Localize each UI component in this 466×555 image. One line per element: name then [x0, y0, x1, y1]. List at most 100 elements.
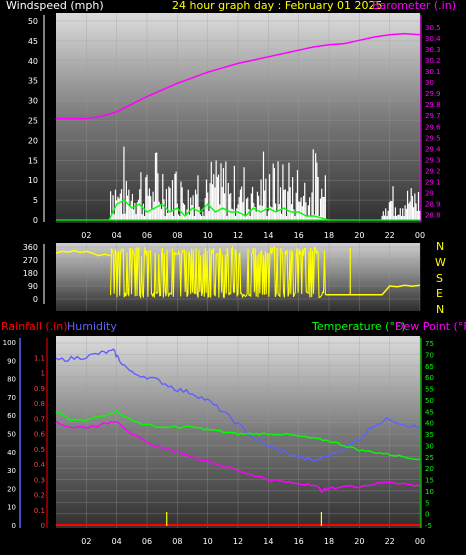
x-tick-label: 04 — [112, 231, 122, 240]
x-tick-label: 02 — [81, 231, 91, 240]
windspeed-tick-label: 45 — [28, 37, 38, 46]
barometer-tick-label: 29.9 — [425, 90, 441, 98]
temperature-tick-label: 60 — [425, 374, 434, 382]
rainfall-tick-label: 0.4 — [34, 461, 46, 469]
direction-tick-label: 0 — [33, 295, 38, 304]
direction-tick-label: 180 — [23, 269, 38, 278]
x-tick-label: 06 — [142, 231, 152, 240]
x-tick-label: 12 — [233, 231, 243, 240]
barometer-tick-label: 30.4 — [425, 35, 441, 43]
x-tick-label: 14 — [263, 537, 273, 546]
barometer-tick-label: 30 — [425, 79, 434, 87]
rainfall-tick-label: 0.8 — [34, 400, 45, 408]
barometer-tick-label: 28.8 — [425, 211, 441, 219]
x-tick-label: 20 — [354, 231, 364, 240]
rainfall-tick-label: 1 — [41, 370, 45, 378]
direction-tick-label: 90 — [28, 282, 38, 291]
humidity-tick-label: 100 — [3, 339, 16, 347]
x-tick-label: 00 — [415, 231, 425, 240]
compass-letter-east: E — [436, 287, 443, 300]
rainfall-tick-label: 0.7 — [34, 415, 45, 423]
rainfall-tick-label: 0.3 — [34, 476, 45, 484]
humidity-tick-label: 0 — [12, 522, 16, 530]
x-tick-label: 18 — [324, 537, 334, 546]
rainfall-tick-label: 0.6 — [34, 431, 46, 439]
x-tick-label: 12 — [233, 537, 243, 546]
x-tick-label: 10 — [203, 231, 213, 240]
windspeed-tick-label: 10 — [28, 176, 38, 185]
barometer-tick-label: 29.3 — [425, 156, 441, 164]
temperature-tick-label: 40 — [425, 420, 434, 428]
x-tick-label: 00 — [415, 537, 425, 546]
windspeed-tick-label: 30 — [28, 97, 38, 106]
rainfall-tick-label: 0.2 — [34, 492, 45, 500]
barometer-tick-label: 29.2 — [425, 167, 441, 175]
temperature-axis-title: Temperature (°F) — [311, 320, 406, 333]
windspeed-tick-label: 0 — [33, 216, 38, 225]
barometer-axis-title: Barometer (.in) — [372, 0, 456, 12]
barometer-tick-label: 30.1 — [425, 68, 441, 76]
temperature-tick-label: 70 — [425, 351, 434, 359]
x-tick-label: 16 — [294, 231, 304, 240]
humidity-tick-label: 10 — [7, 504, 16, 512]
x-tick-label: 08 — [172, 231, 182, 240]
humidity-tick-label: 70 — [7, 394, 16, 402]
windspeed-axis-title: Windspeed (mph) — [6, 0, 104, 12]
temperature-tick-label: 10 — [425, 488, 434, 496]
direction-panel-axes: 0 90 180 270 360 — [23, 243, 45, 304]
humidity-axis-title: Humidity — [67, 320, 117, 333]
x-tick-label: 22 — [385, 537, 395, 546]
barometer-tick-label: 28.9 — [425, 200, 441, 208]
rainfall-tick-label: 0.1 — [34, 507, 45, 515]
x-tick-label: 04 — [112, 537, 122, 546]
temperature-tick-label: 50 — [425, 397, 434, 405]
humidity-tick-label: 80 — [7, 376, 16, 384]
windspeed-tick-label: 35 — [28, 77, 38, 86]
barometer-tick-label: 29.7 — [425, 112, 441, 120]
x-tick-label: 20 — [354, 537, 364, 546]
temperature-tick-label: 15 — [425, 477, 434, 485]
humidity-tick-label: 50 — [7, 431, 16, 439]
x-tick-label: 18 — [324, 231, 334, 240]
temperature-tick-label: 45 — [425, 408, 434, 416]
barometer-tick-label: 29.1 — [425, 178, 441, 186]
x-tick-label: 14 — [263, 231, 273, 240]
x-tick-label: 22 — [385, 231, 395, 240]
barometer-tick-label: 29 — [425, 189, 434, 197]
humidity-tick-label: 20 — [7, 485, 16, 493]
rainfall-axis-title: Rainfall (.in) — [1, 320, 68, 333]
windspeed-tick-label: 15 — [28, 156, 38, 165]
barometer-tick-label: 29.8 — [425, 101, 441, 109]
barometer-tick-label: 30.2 — [425, 57, 441, 65]
compass-letter-west: W — [435, 256, 446, 269]
temperature-tick-label: -5 — [425, 522, 432, 530]
humidity-tick-label: 40 — [7, 449, 16, 457]
windspeed-tick-label: 50 — [28, 17, 38, 26]
rainfall-tick-label: 1.1 — [34, 354, 45, 362]
temperature-tick-label: 75 — [425, 340, 434, 348]
barometer-tick-label: 30.3 — [425, 46, 441, 54]
dewpoint-axis-title: Dew Point (°F) — [395, 320, 466, 333]
rainfall-tick-label: 0.5 — [34, 446, 45, 454]
barometer-tick-label: 29.4 — [425, 145, 441, 153]
windspeed-tick-label: 5 — [33, 196, 38, 205]
direction-tick-label: 270 — [23, 256, 38, 265]
x-tick-label: 02 — [81, 537, 91, 546]
humidity-tick-label: 60 — [7, 412, 16, 420]
temperature-tick-label: 35 — [425, 431, 434, 439]
barometer-tick-label: 29.5 — [425, 134, 441, 142]
chart-title: 24 hour graph day : February 01 2025 — [172, 0, 383, 12]
humidity-tick-label: 90 — [7, 357, 16, 365]
x-tick-label: 16 — [294, 537, 304, 546]
temperature-tick-label: 30 — [425, 442, 434, 450]
temperature-tick-label: 65 — [425, 363, 434, 371]
windspeed-tick-label: 40 — [28, 57, 38, 66]
x-tick-label: 06 — [142, 537, 152, 546]
temperature-tick-label: 5 — [425, 499, 429, 507]
humidity-tick-label: 30 — [7, 467, 16, 475]
windspeed-tick-label: 25 — [28, 117, 38, 126]
compass-letter-south: S — [436, 272, 443, 285]
compass-letter-north: N — [436, 240, 444, 253]
temperature-tick-label: 55 — [425, 386, 434, 394]
x-tick-label: 10 — [203, 537, 213, 546]
